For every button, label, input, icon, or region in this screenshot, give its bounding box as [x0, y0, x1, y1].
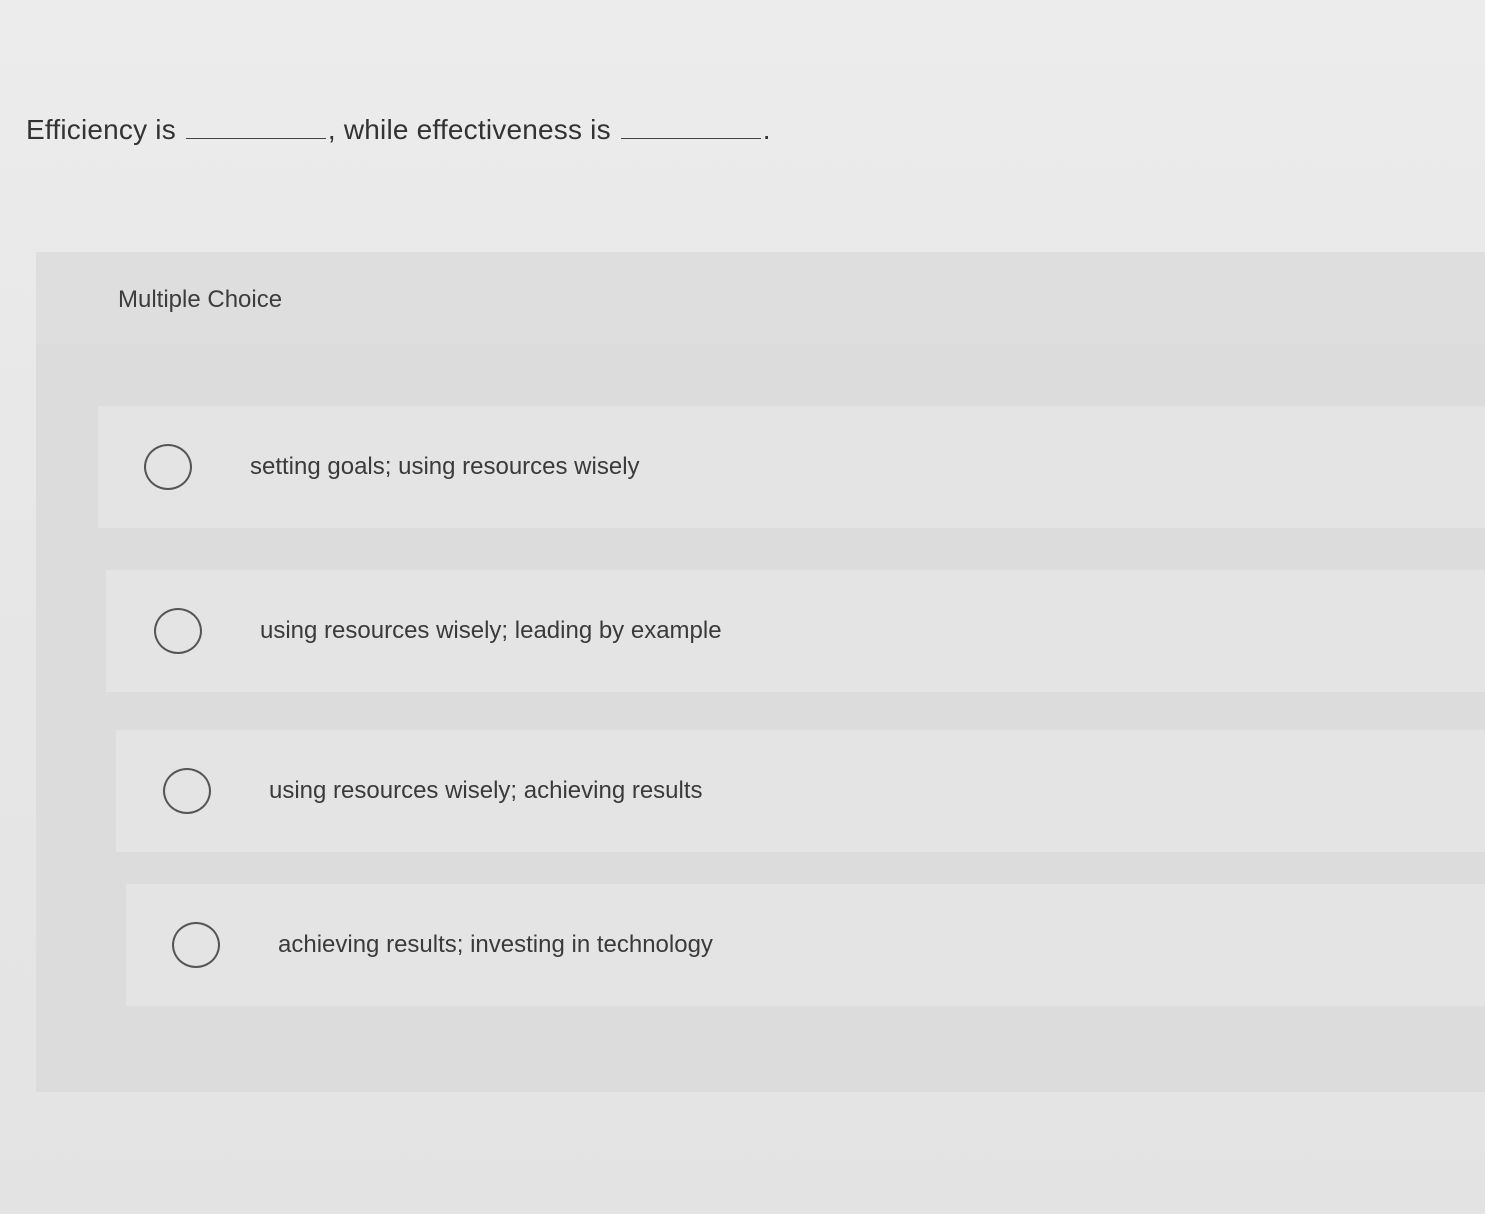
question-suffix: . [762, 114, 771, 145]
radio-button-icon[interactable] [163, 768, 211, 814]
radio-button-icon[interactable] [154, 608, 202, 654]
choice-option-2[interactable]: using resources wisely; leading by examp… [106, 570, 1485, 692]
choice-label: setting goals; using resources wisely [250, 453, 640, 480]
blank-1 [185, 112, 326, 139]
question-prefix: Efficiency is [26, 114, 176, 145]
question-middle: , while effectiveness is [327, 114, 611, 145]
multiple-choice-title: Multiple Choice [118, 286, 283, 313]
choice-label: using resources wisely; achieving result… [269, 777, 703, 804]
choice-option-4[interactable]: achieving results; investing in technolo… [126, 884, 1485, 1006]
radio-button-icon[interactable] [144, 444, 192, 490]
blank-2 [620, 112, 761, 139]
choice-label: achieving results; investing in technolo… [278, 931, 713, 958]
choice-label: using resources wisely; leading by examp… [260, 617, 722, 644]
choice-option-3[interactable]: using resources wisely; achieving result… [116, 730, 1485, 852]
radio-button-icon[interactable] [172, 922, 220, 968]
choice-option-1[interactable]: setting goals; using resources wisely [98, 406, 1485, 528]
multiple-choice-panel: Multiple Choice setting goals; using res… [36, 252, 1485, 1092]
multiple-choice-header: Multiple Choice [36, 252, 1485, 344]
question-text: Efficiency is , while effectiveness is . [26, 112, 771, 146]
